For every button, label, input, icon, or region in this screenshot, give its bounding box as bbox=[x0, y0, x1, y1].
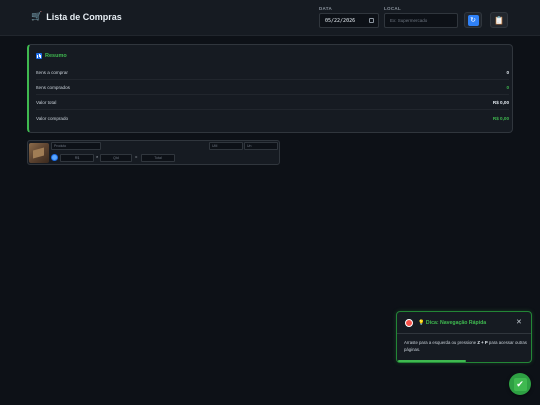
summary-row-value: R$ 0,00 bbox=[492, 99, 509, 105]
calendar-icon[interactable] bbox=[369, 18, 374, 23]
quantity-input[interactable]: Qtd bbox=[100, 154, 132, 162]
summary-row-label: Itens a comprar bbox=[36, 69, 68, 75]
summary-row-value: 0 bbox=[506, 84, 509, 90]
bought-toggle[interactable] bbox=[51, 154, 58, 161]
unit-select-value: UM bbox=[212, 144, 218, 148]
product-input[interactable]: Produto bbox=[51, 142, 101, 150]
app-header: 🛒 Lista de Compras DATA 05/22/2026 LOCAL… bbox=[0, 0, 540, 36]
product-placeholder: Produto bbox=[54, 144, 67, 148]
summary-row-bought-value: Valor comprado R$ 0,00 bbox=[36, 111, 509, 126]
summary-row-label: Valor total bbox=[36, 99, 57, 105]
total-placeholder: Total bbox=[154, 156, 162, 160]
shortcut-keys: Z + P bbox=[477, 340, 488, 345]
summary-title: Resumo bbox=[36, 53, 67, 59]
page-title: 🛒 Lista de Compras bbox=[31, 11, 122, 22]
tip-toast: 💡 Dica: Navegação Rápida ✕ Arraste para … bbox=[396, 311, 532, 363]
summary-title-text: Resumo bbox=[45, 53, 67, 59]
clipboard-icon: 📋 bbox=[494, 15, 504, 25]
summary-row-label: Itens comprados bbox=[36, 84, 70, 90]
quantity-placeholder: Qtd bbox=[113, 156, 119, 160]
clipboard-button[interactable]: 📋 bbox=[490, 12, 508, 28]
unit-select[interactable]: UM bbox=[209, 142, 243, 150]
local-label: LOCAL bbox=[384, 6, 401, 11]
summary-row-items-bought: Itens comprados 0 bbox=[36, 80, 509, 95]
unit-option-text: Un bbox=[247, 144, 252, 148]
date-label: DATA bbox=[319, 6, 333, 11]
chart-icon bbox=[36, 53, 42, 59]
check-icon: ✔ bbox=[513, 377, 527, 391]
summary-row-total-value: Valor total R$ 0,00 bbox=[36, 95, 509, 110]
summary-card: Resumo Itens a comprar 0 Itens comprados… bbox=[27, 44, 513, 133]
equals-sign: = bbox=[135, 154, 138, 159]
close-icon[interactable]: ✕ bbox=[516, 318, 522, 326]
local-placeholder: Ex: Supermercado bbox=[390, 18, 428, 23]
summary-row-items-to-buy: Itens a comprar 0 bbox=[36, 65, 509, 80]
app-title-text: Lista de Compras bbox=[46, 11, 122, 22]
summary-row-value: 0 bbox=[506, 69, 509, 75]
unit-option-un[interactable]: Un bbox=[244, 142, 278, 150]
refresh-button[interactable]: ↻ bbox=[464, 12, 482, 28]
price-placeholder: R$ bbox=[74, 156, 80, 160]
target-icon bbox=[405, 319, 413, 327]
summary-row-value: R$ 0,00 bbox=[492, 116, 509, 121]
toast-message: Arraste para a esquerda ou pressione Z +… bbox=[404, 340, 528, 354]
product-image[interactable] bbox=[29, 143, 49, 163]
date-value: 05/22/2026 bbox=[325, 17, 356, 24]
refresh-icon: ↻ bbox=[467, 14, 479, 26]
toast-text-start: Arraste para a esquerda ou pressione bbox=[404, 340, 478, 345]
toast-progress-bar bbox=[398, 360, 467, 362]
price-input[interactable]: R$ bbox=[60, 154, 94, 162]
local-input[interactable]: Ex: Supermercado bbox=[384, 13, 458, 28]
date-input[interactable]: 05/22/2026 bbox=[319, 13, 379, 28]
cart-icon: 🛒 bbox=[31, 11, 43, 21]
toast-header: 💡 Dica: Navegação Rápida ✕ bbox=[397, 312, 531, 334]
confirm-fab-button[interactable]: ✔ bbox=[509, 373, 531, 395]
toast-title: 💡 Dica: Navegação Rápida bbox=[418, 320, 487, 326]
total-field: Total bbox=[141, 154, 175, 162]
summary-row-label: Valor comprado bbox=[36, 116, 69, 121]
times-sign: × bbox=[96, 154, 99, 159]
